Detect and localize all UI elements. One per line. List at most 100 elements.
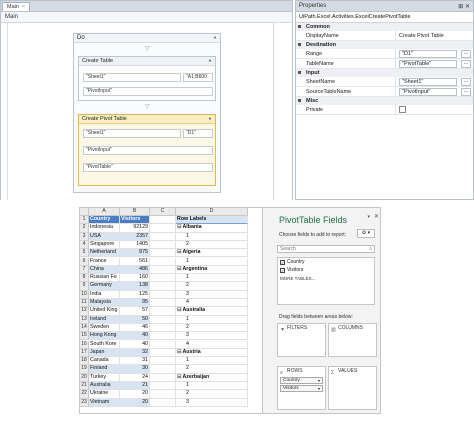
cell[interactable] xyxy=(150,257,176,266)
cell-visitors[interactable]: 95 xyxy=(120,299,150,308)
property-group[interactable]: Common xyxy=(296,23,473,31)
column-header[interactable]: A xyxy=(89,208,120,216)
cell[interactable] xyxy=(150,323,176,333)
table-name-field[interactable]: "PivotInput" xyxy=(83,87,213,96)
row-header[interactable]: 20 xyxy=(80,373,89,382)
cell-country[interactable]: India xyxy=(89,290,120,299)
property-value[interactable]: "PivotTable"... xyxy=(396,59,473,68)
cell-visitors[interactable]: 92129 xyxy=(120,224,150,233)
row-header[interactable]: 2 xyxy=(80,224,89,233)
pivot-row-label[interactable]: ⊟Austria xyxy=(176,348,248,358)
column-header[interactable]: B xyxy=(120,208,150,216)
chevron-down-icon[interactable]: ▾ xyxy=(318,378,320,383)
pivot-table-name-field[interactable]: "PivotTable" xyxy=(83,163,213,172)
ellipsis-button[interactable]: ... xyxy=(461,78,471,86)
row-header[interactable]: 17 xyxy=(80,348,89,358)
collapse-icon[interactable]: ⊟ xyxy=(177,374,181,380)
pin-close-icon[interactable]: ⊞ ✕ xyxy=(458,3,470,10)
pivot-row-label[interactable]: ⊟Argentina xyxy=(176,265,248,275)
cell[interactable] xyxy=(150,365,176,374)
filters-area[interactable]: ▼ FILTERS xyxy=(277,323,326,357)
pivot-row-label[interactable]: 2 xyxy=(176,323,248,333)
cell[interactable] xyxy=(150,348,176,358)
cell-visitors[interactable]: 561 xyxy=(120,257,150,266)
cell[interactable] xyxy=(150,398,176,407)
cell-country[interactable]: Finland xyxy=(89,365,120,374)
checkbox-checked[interactable]: ✓ xyxy=(280,259,285,265)
source-table-field[interactable]: "PivotInput" xyxy=(83,146,213,155)
cell[interactable] xyxy=(150,249,176,258)
table-header-visitors[interactable]: Visitors xyxy=(120,216,150,225)
cell-country[interactable]: South Kore xyxy=(89,340,120,349)
cell-country[interactable]: Germany xyxy=(89,282,120,291)
property-value[interactable]: "PivotInput"... xyxy=(396,87,473,96)
column-header[interactable]: D xyxy=(176,208,248,216)
cell[interactable] xyxy=(150,274,176,283)
table-header-country[interactable]: Country xyxy=(89,216,120,225)
row-header[interactable]: 8 xyxy=(80,274,89,283)
pivot-row-label[interactable]: 2 xyxy=(176,365,248,374)
cell-country[interactable]: Singapore xyxy=(89,240,120,250)
ellipsis-button[interactable]: ... xyxy=(461,60,471,68)
row-header[interactable]: 6 xyxy=(80,257,89,266)
row-header[interactable]: 14 xyxy=(80,323,89,333)
cell-visitors[interactable]: 46 xyxy=(120,323,150,333)
collapse-icon[interactable]: ⊟ xyxy=(177,266,181,272)
collapse-icon[interactable]: ⊟ xyxy=(177,349,181,355)
cell[interactable] xyxy=(150,232,176,241)
collapse-icon[interactable]: ⯅ xyxy=(208,58,212,64)
cell-country[interactable]: Turkey xyxy=(89,373,120,382)
cell-country[interactable]: USA xyxy=(89,232,120,241)
rows-area[interactable]: ≡ ROWS Country ▾ Visitors ▾ xyxy=(277,366,326,410)
cell-visitors[interactable]: 50 xyxy=(120,315,150,324)
pivot-row-label[interactable]: 2 xyxy=(176,240,248,250)
cell[interactable] xyxy=(150,265,176,275)
row-header[interactable]: 22 xyxy=(80,390,89,399)
pivot-row-labels-header[interactable]: Row Labels xyxy=(176,216,248,225)
row-header[interactable]: 23 xyxy=(80,398,89,407)
pivot-row-label[interactable]: 1 xyxy=(176,257,248,266)
cell-country[interactable]: France xyxy=(89,257,120,266)
cell-country[interactable]: Ireland xyxy=(89,315,120,324)
cell-visitors[interactable]: 40 xyxy=(120,332,150,341)
close-icon[interactable]: ✕ xyxy=(374,213,379,220)
row-field-country[interactable]: Country ▾ xyxy=(280,377,323,384)
pivot-row-label[interactable]: 3 xyxy=(176,290,248,299)
field-item-country[interactable]: ✓ Country xyxy=(278,258,374,266)
tab-main[interactable]: Main × xyxy=(2,2,31,11)
column-header[interactable]: C xyxy=(150,208,176,216)
property-value[interactable]: "Sheet1"... xyxy=(396,77,473,86)
cell[interactable] xyxy=(150,382,176,391)
cell-visitors[interactable]: 31 xyxy=(120,357,150,366)
cell[interactable] xyxy=(150,332,176,341)
range-field[interactable]: "D1" xyxy=(183,129,213,138)
row-header[interactable]: 13 xyxy=(80,315,89,324)
property-input[interactable]: "Sheet1" xyxy=(399,78,457,86)
pivot-row-label[interactable]: ⊟Australia xyxy=(176,307,248,316)
property-value[interactable]: "D1"... xyxy=(396,49,473,58)
field-item-visitors[interactable]: ✓ Visitors xyxy=(278,266,374,274)
cell[interactable] xyxy=(150,340,176,349)
row-header[interactable]: 5 xyxy=(80,249,89,258)
row-header[interactable]: 11 xyxy=(80,299,89,308)
cell[interactable] xyxy=(150,290,176,299)
sheet-name-field[interactable]: "Sheet1" xyxy=(83,129,181,138)
cell-country[interactable]: Japan xyxy=(89,348,120,358)
collapse-icon[interactable]: ⯅ xyxy=(213,35,217,41)
collapse-icon[interactable]: ⊟ xyxy=(177,224,181,230)
cell-country[interactable]: United King xyxy=(89,307,120,316)
cell-visitors[interactable]: 30 xyxy=(120,365,150,374)
cell-visitors[interactable]: 40 xyxy=(120,340,150,349)
cell-country[interactable]: Canada xyxy=(89,357,120,366)
cell-country[interactable]: Vietnam xyxy=(89,398,120,407)
chevron-down-icon[interactable]: ▾ xyxy=(318,386,320,391)
cell-country[interactable]: Sweden xyxy=(89,323,120,333)
pivot-row-label[interactable]: 4 xyxy=(176,299,248,308)
property-group[interactable]: Destination xyxy=(296,41,473,49)
cell[interactable] xyxy=(150,240,176,250)
cell-country[interactable]: Australia xyxy=(89,382,120,391)
row-header[interactable]: 21 xyxy=(80,382,89,391)
collapse-icon[interactable]: ⊟ xyxy=(177,249,181,255)
cell-country[interactable]: China xyxy=(89,265,120,275)
cell[interactable] xyxy=(150,216,176,225)
